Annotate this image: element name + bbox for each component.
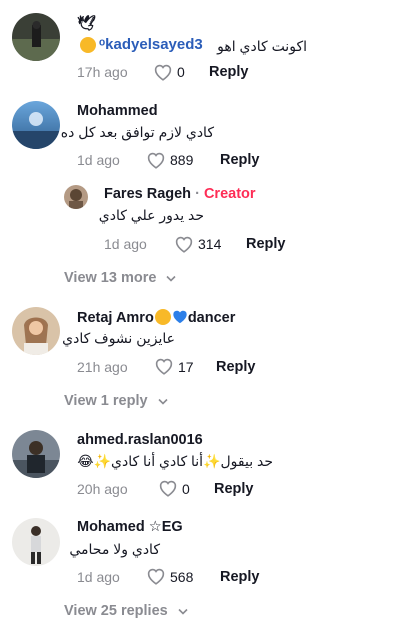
like-count: 0 <box>182 481 190 497</box>
heart-outline-icon[interactable] <box>153 63 173 81</box>
avatar[interactable] <box>12 307 60 355</box>
reply-button[interactable]: Reply <box>216 359 256 375</box>
mention-link[interactable]: ᵒkadyelsayed3 <box>99 36 203 53</box>
heart-outline-icon[interactable] <box>154 357 174 375</box>
chevron-down-icon <box>158 398 168 405</box>
avatar[interactable] <box>12 518 60 566</box>
chevron-down-icon <box>166 275 177 282</box>
timestamp: 17h ago <box>77 64 128 80</box>
username[interactable]: 🕊 <box>77 14 96 32</box>
like-count: 0 <box>177 64 185 80</box>
heart-outline-icon[interactable] <box>158 479 178 497</box>
timestamp: 1d ago <box>77 152 120 168</box>
timestamp: 1d ago <box>104 236 147 252</box>
reply-button[interactable]: Reply <box>214 481 254 497</box>
view-more-replies[interactable]: View 13 more <box>64 270 177 286</box>
timestamp: 20h ago <box>77 481 128 497</box>
comment-text: حد بيقول✨أنا كادي أنا كادي✨😂 <box>77 453 273 469</box>
avatar[interactable] <box>12 13 60 61</box>
username[interactable]: ahmed.raslan0016 <box>77 432 203 448</box>
kissing-emoji-icon <box>80 37 96 53</box>
view-more-replies[interactable]: View 1 reply <box>64 393 168 409</box>
timestamp: 1d ago <box>77 569 120 585</box>
reply-button[interactable]: Reply <box>209 64 249 80</box>
timestamp: 21h ago <box>77 359 128 375</box>
comment-text: كادي لازم توافق بعد كل ده <box>60 124 214 140</box>
reply-button[interactable]: Reply <box>220 152 260 168</box>
username[interactable]: Retaj Amro dancer <box>77 309 235 326</box>
reply-username[interactable]: Fares Rageh · Creator <box>104 186 256 202</box>
like-count: 314 <box>198 236 222 252</box>
reply-text: حد يدور علي كادي <box>98 207 204 223</box>
reply-button[interactable]: Reply <box>220 569 260 585</box>
kissing-emoji-icon <box>154 309 171 325</box>
heart-outline-icon[interactable] <box>174 235 194 253</box>
heart-blue-icon <box>173 310 187 324</box>
reply-button[interactable]: Reply <box>246 236 286 252</box>
like-count: 17 <box>178 359 194 375</box>
heart-outline-icon[interactable] <box>146 151 166 169</box>
comment-text: كادي ولا محامي <box>69 541 160 557</box>
like-count: 568 <box>170 569 194 585</box>
avatar[interactable] <box>12 101 60 149</box>
comment-text: عايزين نشوف كادي <box>62 330 175 346</box>
username[interactable]: Mohamed ☆EG <box>77 519 183 535</box>
username[interactable]: Mohammed <box>77 103 158 119</box>
heart-outline-icon[interactable] <box>146 567 166 585</box>
chevron-down-icon <box>178 608 188 615</box>
like-count: 889 <box>170 152 194 168</box>
comment-text: اكونت كادي اهو <box>217 38 307 54</box>
creator-badge: Creator <box>203 186 256 202</box>
view-more-replies[interactable]: View 25 replies <box>64 603 188 619</box>
comment-body: ᵒkadyelsayed3 اكونت كادي اهو <box>77 35 307 57</box>
avatar[interactable] <box>12 430 60 478</box>
avatar[interactable] <box>64 185 88 209</box>
